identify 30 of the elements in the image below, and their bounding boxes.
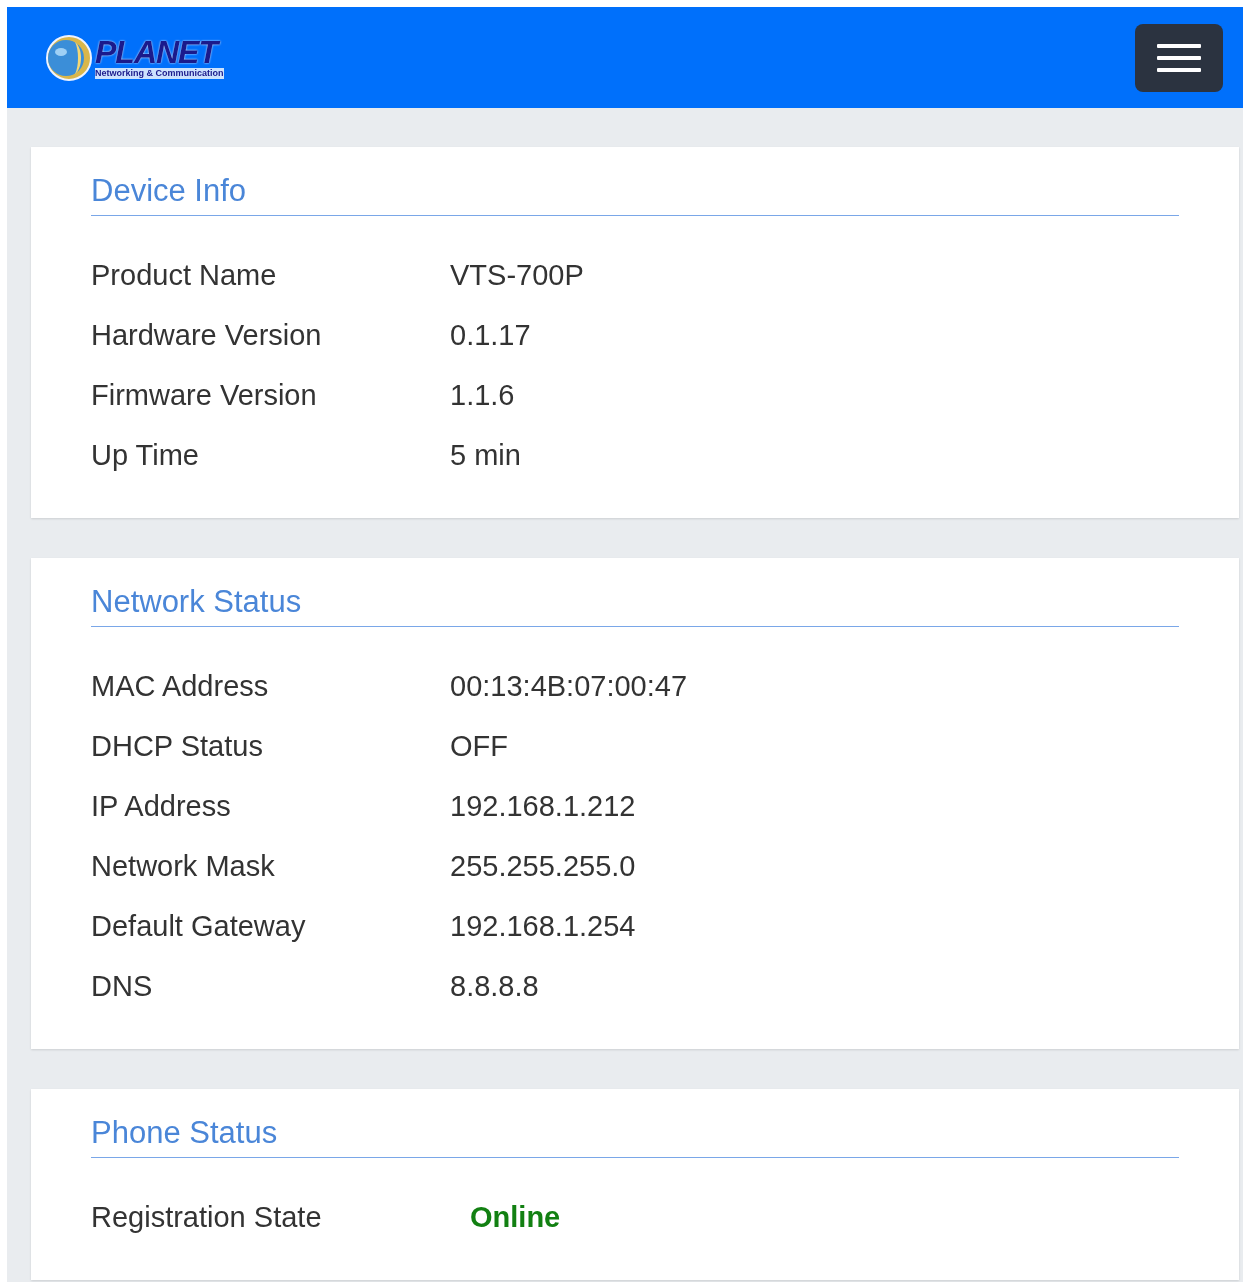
field-label: Network Mask xyxy=(91,849,276,885)
field-value: Online xyxy=(469,1200,561,1236)
field-label: Registration State xyxy=(91,1200,323,1236)
field-label: Hardware Version xyxy=(91,318,323,354)
globe-icon xyxy=(45,33,93,82)
field-label: Default Gateway xyxy=(91,909,307,945)
section-title: Network Status xyxy=(91,584,302,619)
field-value: 1.1.6 xyxy=(450,378,515,414)
field-label: Up Time xyxy=(91,438,200,474)
field-value: OFF xyxy=(450,729,508,765)
field-label: Product Name xyxy=(91,258,278,294)
field-value: 0.1.17 xyxy=(450,318,531,354)
field-value: 00:13:4B:07:00:47 xyxy=(450,669,688,705)
section-title: Phone Status xyxy=(91,1115,278,1150)
field-value: 192.168.1.212 xyxy=(450,789,636,825)
field-label: MAC Address xyxy=(91,669,270,705)
field-label: DNS xyxy=(91,969,154,1005)
field-value: 192.168.1.254 xyxy=(450,909,636,945)
menu-icon xyxy=(1157,42,1201,73)
field-label: Firmware Version xyxy=(91,378,318,414)
menu-button[interactable] xyxy=(1135,23,1223,92)
field-value: 5 min xyxy=(450,438,521,474)
logo-tagline: Networking & Communication xyxy=(95,68,224,79)
logo-wordmark: PLANET xyxy=(95,36,224,68)
section-title: Device Info xyxy=(91,173,247,208)
field-value: VTS-700P xyxy=(450,258,584,294)
field-value: 8.8.8.8 xyxy=(450,969,539,1005)
field-label: DHCP Status xyxy=(91,729,264,765)
field-label: IP Address xyxy=(91,789,232,825)
field-value: 255.255.255.0 xyxy=(450,849,636,885)
